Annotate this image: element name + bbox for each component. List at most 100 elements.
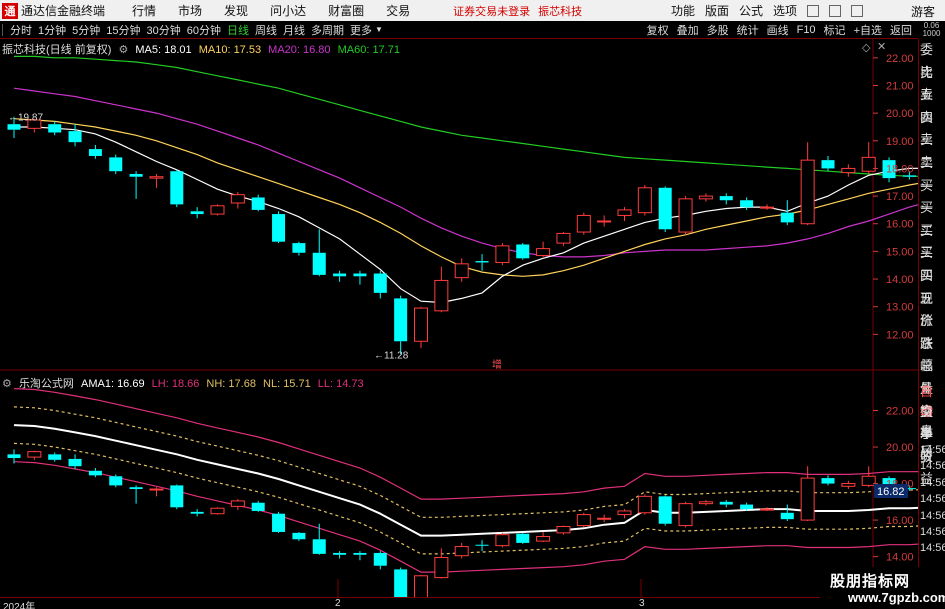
kline-chart[interactable]: 22.00 21.00 20.00 19.00 18.00 17.00 16.00 15.00… [0, 39, 918, 597]
period-15min[interactable]: 15分钟 [106, 22, 140, 38]
menu-layout[interactable]: 版面 [705, 2, 729, 19]
nh-line [13, 406, 918, 518]
adjust-button[interactable]: 复权 [647, 22, 669, 38]
sub-candle-up [495, 534, 510, 547]
sub-candle-down [48, 454, 62, 460]
sub-candle-up [841, 483, 856, 487]
sub-candle-down [292, 532, 306, 540]
quote-lower-label[interactable]: 盘后 [919, 422, 945, 459]
menu-market-quote[interactable]: 行情 [132, 2, 156, 19]
quote-label: 买三 [920, 222, 934, 261]
main-axis-label: 20.00 [886, 108, 914, 120]
more-dropdown-icon[interactable]: ▼ [375, 25, 383, 34]
menu-wealth-circle[interactable]: 财富圈 [328, 2, 364, 19]
quote-label: 涨跌 [920, 313, 934, 351]
statistics-button[interactable]: 统计 [737, 22, 759, 38]
main-price-axis: 22.00 21.00 20.00 19.00 18.00 17.00 16.00 15.00… [873, 53, 914, 341]
menu-ask-xiaoda[interactable]: 问小达 [270, 2, 306, 19]
main-candle-down [7, 124, 21, 130]
main-candle-up [637, 187, 652, 214]
f10-button[interactable]: F10 [797, 24, 816, 36]
menu-market[interactable]: 市场 [178, 2, 202, 19]
draw-line-button[interactable]: 画线 [767, 22, 789, 38]
overlay-button[interactable]: 叠加 [677, 22, 699, 38]
title-bar: 通 通达信金融终端 行情 市场 发现 问小达 财富圈 交易 证券交易未登录 振芯… [0, 0, 945, 21]
menu-trade[interactable]: 交易 [386, 2, 410, 19]
quote-header: 0.06 1000 [922, 21, 941, 38]
nl-line [13, 442, 918, 555]
sub-candle-down [190, 511, 204, 514]
sub-candle-down [333, 552, 347, 555]
main-candle-up [617, 209, 632, 216]
date-axis: 2024年 2 3 [0, 597, 918, 609]
sub-candle-up [617, 510, 632, 516]
guest-user[interactable]: 游客 [911, 3, 935, 20]
quote-label: 买四 [920, 245, 934, 283]
sub-axis-label: 20.00 [886, 442, 914, 454]
multi-stock-button[interactable]: 多股 [707, 22, 729, 38]
main-axis-label: 13.00 [886, 302, 914, 314]
main-axis-label: 22.00 [886, 53, 914, 65]
quote-label: 卖五 [920, 64, 934, 103]
quote-label: 总量 [920, 358, 934, 396]
sub-candle-up [210, 507, 225, 515]
sub-axis-label: 14.00 [886, 552, 914, 564]
main-candle-down [292, 243, 306, 253]
quote-times: 14:56 14:56 14:56 14:56 14:56 14:56 14:56 [919, 442, 945, 557]
quote-time: 14:56 [920, 493, 945, 506]
quote-time: 14:56 [920, 444, 945, 456]
period-more[interactable]: 更多 [350, 22, 372, 38]
high-price-label: ←19.87 [8, 113, 43, 124]
menu-discover[interactable]: 发现 [224, 2, 248, 19]
main-candle-down [109, 157, 123, 172]
login-status[interactable]: 证券交易未登录 [453, 3, 530, 19]
period-weekly[interactable]: 周线 [255, 22, 277, 38]
main-candle-down [516, 244, 530, 259]
main-candle-down [658, 187, 672, 230]
period-60min[interactable]: 60分钟 [187, 22, 221, 38]
main-candle-up [698, 195, 713, 200]
period-intraday[interactable]: 分时 [10, 22, 32, 38]
sub-candle-down [516, 533, 530, 543]
toolbar-divider [2, 23, 3, 36]
add-watchlist-button[interactable]: +自选 [854, 22, 882, 38]
main-axis-label: 18.00 [886, 163, 914, 175]
period-30min[interactable]: 30分钟 [147, 22, 181, 38]
main-candle-down [68, 131, 82, 143]
quote-lower-label[interactable]: 交易 [919, 402, 945, 439]
period-monthly[interactable]: 月线 [283, 22, 305, 38]
sub-candle-down [373, 552, 387, 566]
main-candle-down [190, 211, 204, 215]
sub-candle-down [394, 569, 408, 597]
menu-formula[interactable]: 公式 [739, 2, 763, 19]
watermark-title: 股朋指标网 [830, 573, 911, 590]
sub-candle-down [88, 470, 102, 476]
main-candle-up [454, 263, 469, 279]
sub-candle-down [658, 496, 672, 524]
sub-axis-label: 16.00 [886, 515, 914, 527]
main-candle-up [230, 194, 245, 204]
period-1min[interactable]: 1分钟 [38, 22, 66, 38]
menu-options[interactable]: 选项 [773, 2, 797, 19]
main-candle-down [394, 298, 408, 342]
sub-candle-down [821, 478, 835, 484]
period-daily[interactable]: 日线 [227, 22, 249, 38]
quote-time: 14:56 [920, 476, 945, 489]
main-candle-up [149, 176, 164, 179]
sub-candle-down [68, 458, 82, 467]
mark-button[interactable]: 标记 [824, 22, 846, 38]
main-candle-down [780, 212, 794, 223]
sub-candle-up [27, 451, 42, 458]
main-candle-down [48, 124, 62, 133]
close-icon[interactable] [851, 4, 864, 17]
back-button[interactable]: 返回 [890, 22, 912, 38]
quote-label: 卖三 [920, 109, 934, 148]
quote-lower-label[interactable]: 自动 [919, 382, 945, 419]
sub-candle-up [434, 557, 449, 579]
quote-time: 14:56 [920, 542, 945, 555]
minimize-icon[interactable] [807, 4, 820, 17]
period-5min[interactable]: 5分钟 [72, 22, 100, 38]
period-multi[interactable]: 多周期 [311, 22, 344, 38]
menu-function[interactable]: 功能 [671, 2, 695, 19]
maximize-icon[interactable] [829, 4, 842, 17]
